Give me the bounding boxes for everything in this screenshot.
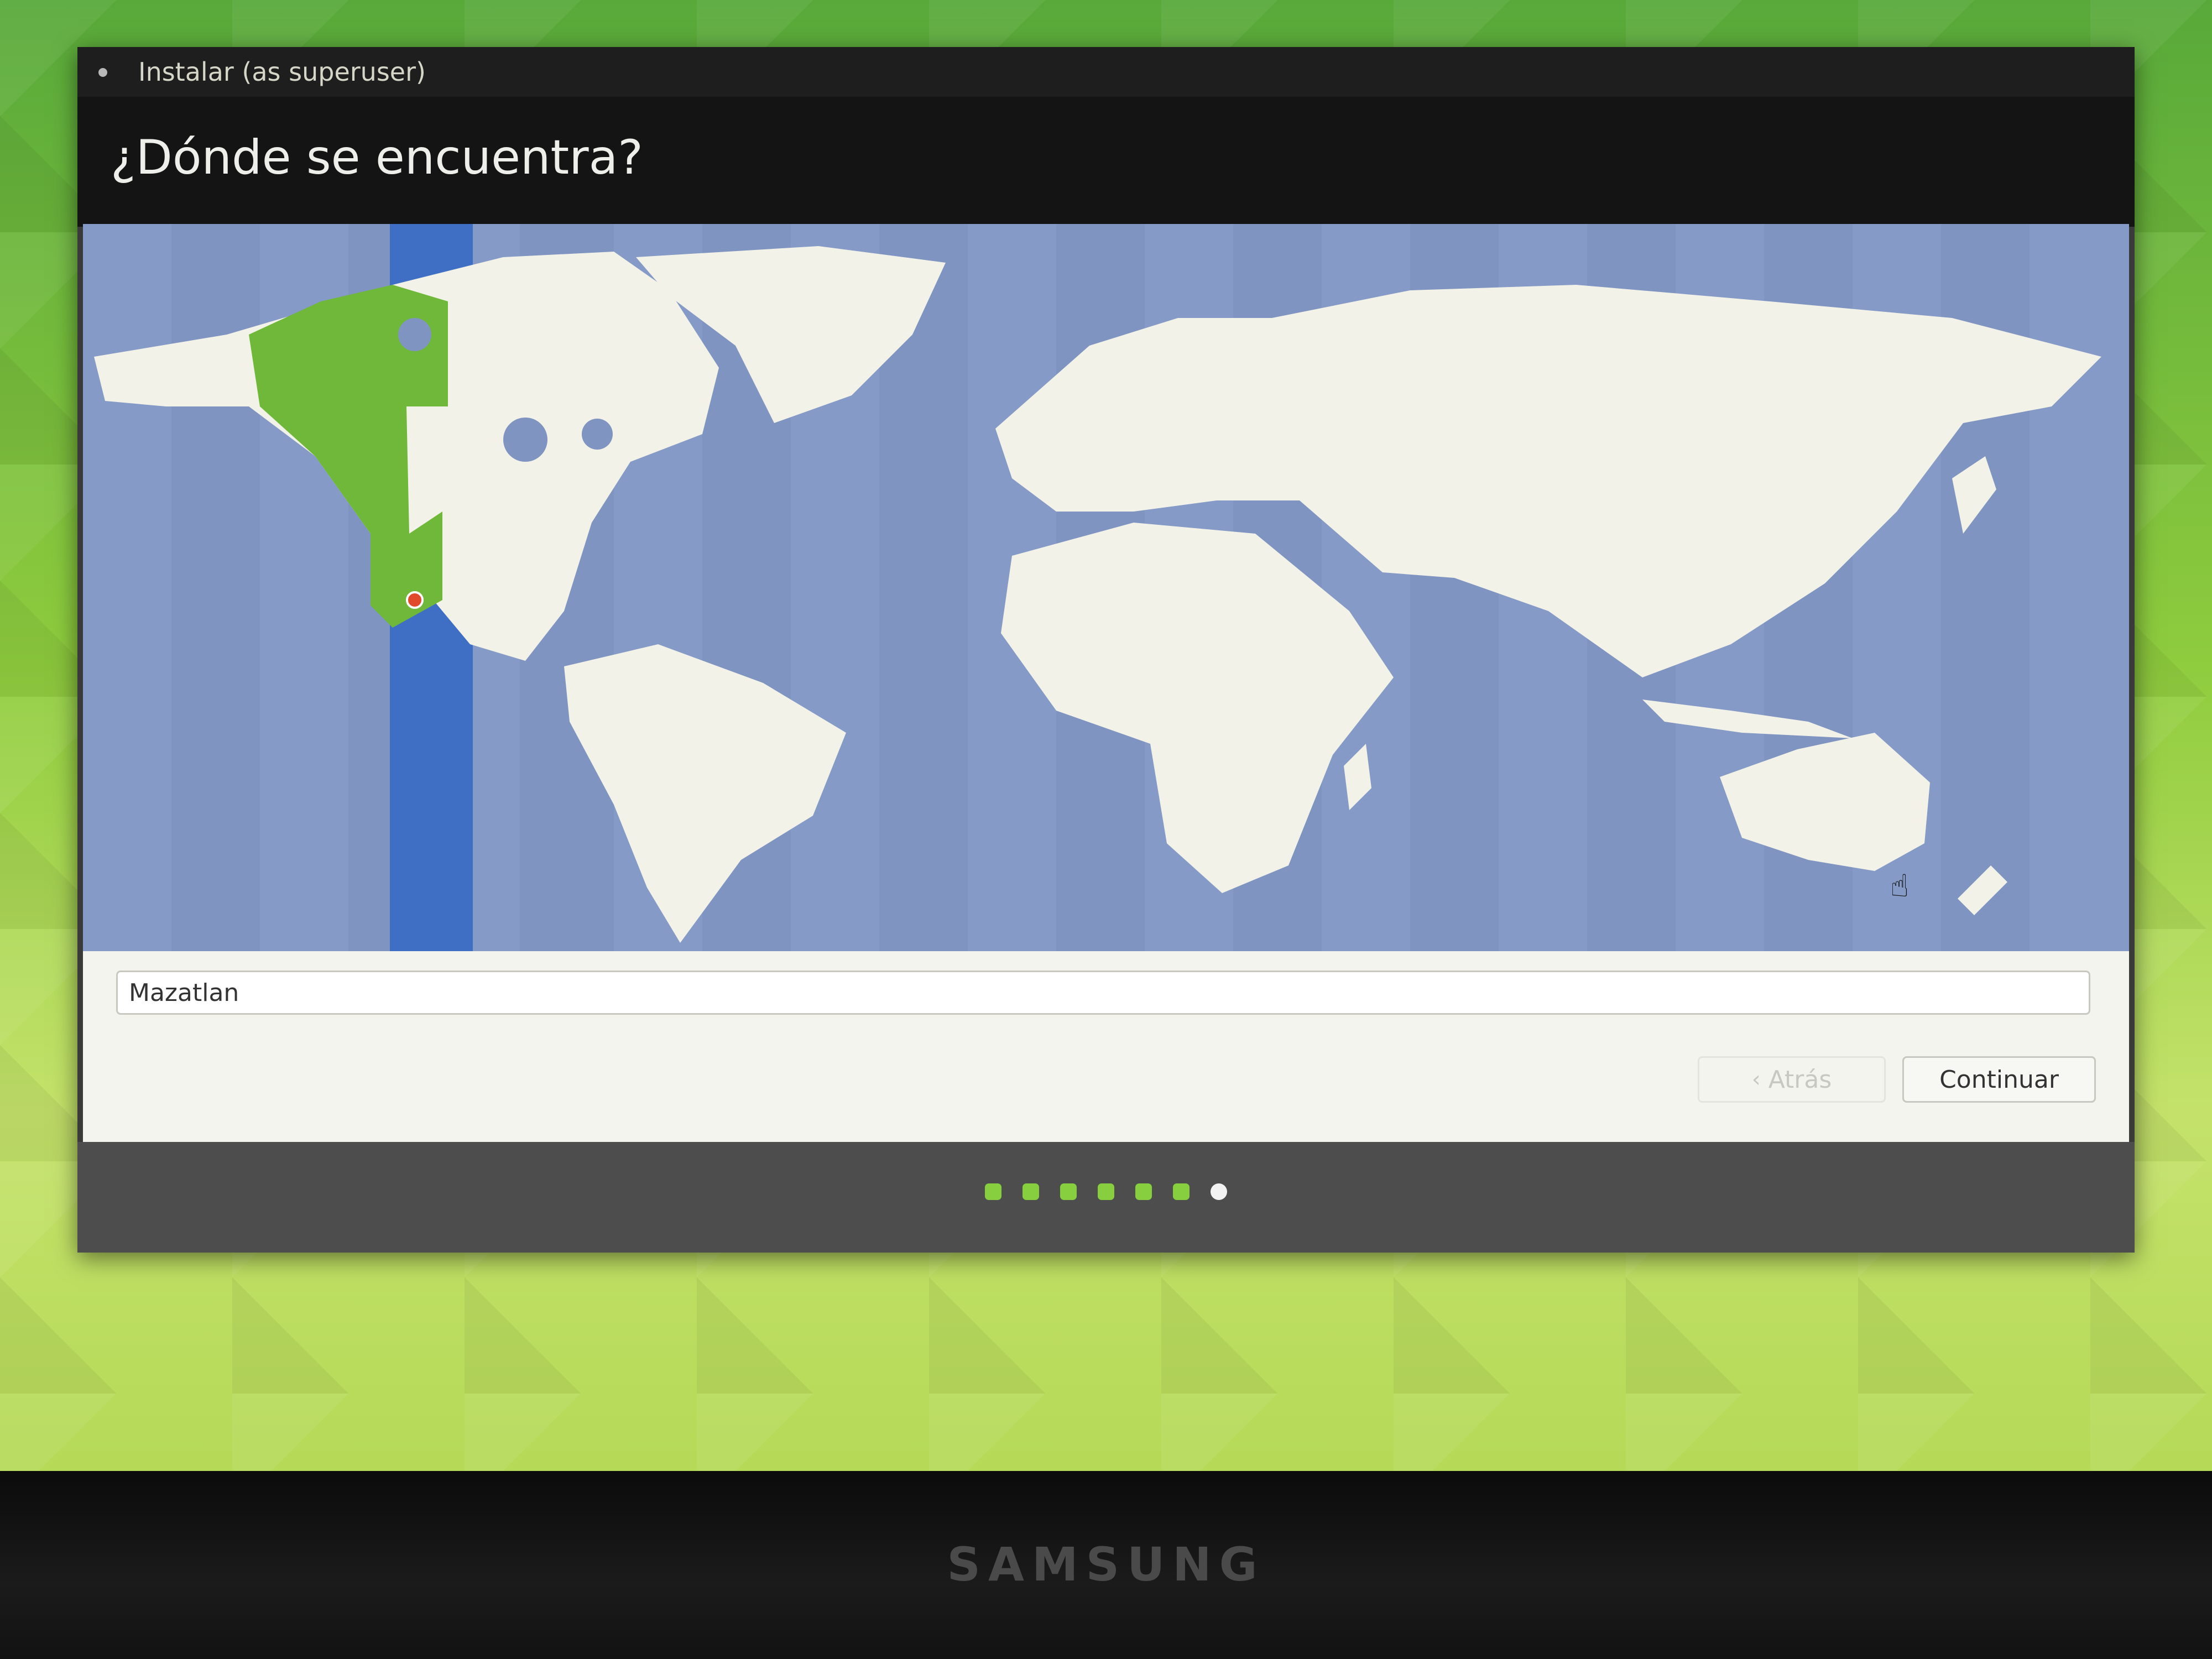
continue-button-label: Continuar [1939,1065,2059,1094]
location-pin-icon [406,591,424,609]
progress-step-6 [1173,1183,1190,1200]
continue-button[interactable]: Continuar [1902,1056,2096,1103]
back-button-label: Atrás [1768,1065,1832,1094]
chevron-left-icon: ‹ [1751,1067,1761,1092]
window-title: Instalar (as superuser) [138,57,426,87]
window-menu-icon[interactable] [98,68,107,77]
timezone-panel: ‹ Atrás Continuar [83,951,2129,1142]
progress-step-2 [1022,1183,1039,1200]
progress-step-4 [1098,1183,1114,1200]
installer-window: Instalar (as superuser) ¿Dónde se encuen… [77,47,2135,1253]
progress-step-3 [1060,1183,1077,1200]
hand-cursor-icon: ☝ [1890,868,1910,904]
back-button[interactable]: ‹ Atrás [1698,1056,1886,1103]
progress-step-1 [985,1183,1001,1200]
progress-step-7 [1211,1183,1227,1200]
progress-indicator [77,1183,2135,1200]
installer-footer [77,1142,2135,1253]
timezone-map[interactable] [83,224,2129,951]
progress-step-5 [1135,1183,1152,1200]
page-title: ¿Dónde se encuentra? [111,130,643,185]
title-bar: Instalar (as superuser) [77,47,2135,97]
timezone-input[interactable] [116,971,2090,1015]
monitor-brand-logo: SAMSUNG [947,1537,1265,1592]
world-map-graphic [83,224,2129,951]
